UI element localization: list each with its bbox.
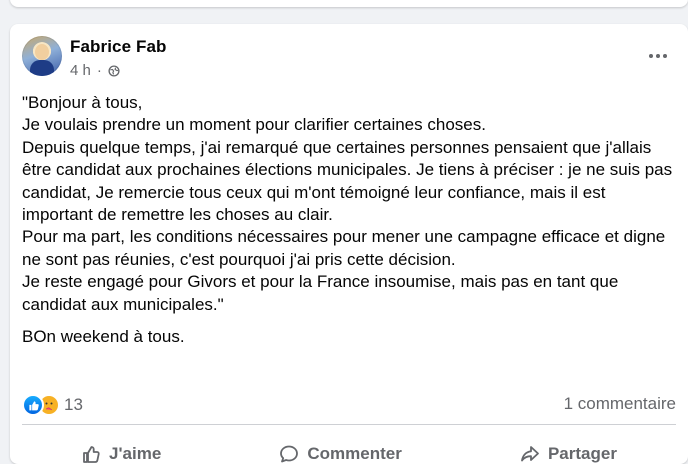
more-options-icon[interactable]	[648, 46, 668, 66]
more-dot	[656, 54, 660, 58]
post-message: "Bonjour à tous, Je voulais prendre un m…	[22, 92, 678, 348]
avatar-face	[35, 44, 49, 60]
post-line-closing: BOn weekend à tous.	[22, 327, 185, 347]
action-bar: J'aime Commenter Partager	[22, 428, 676, 464]
post-line-commitment: Je reste engagé pour Givors et pour la F…	[22, 272, 619, 314]
post-time[interactable]: 4 h	[70, 62, 91, 79]
globe-icon[interactable]	[108, 64, 120, 77]
more-dot	[663, 54, 667, 58]
like-button[interactable]: J'aime	[81, 444, 161, 464]
post-card: Fabrice Fab 4 h · "Bonjour à tous, Je vo…	[10, 24, 688, 464]
previous-post-card	[10, 0, 688, 7]
thumbs-up-icon	[83, 446, 100, 463]
share-icon	[521, 446, 539, 462]
avatar[interactable]	[22, 36, 62, 76]
more-dot	[649, 54, 653, 58]
comments-count[interactable]: 1 commentaire	[564, 394, 676, 414]
post-meta: 4 h ·	[70, 62, 120, 79]
divider	[22, 424, 676, 425]
share-label: Partager	[547, 444, 617, 463]
reaction-count: 13	[64, 395, 83, 414]
comment-label: Commenter	[307, 444, 402, 463]
comment-button[interactable]: Commenter	[279, 444, 402, 464]
like-label: J'aime	[109, 444, 162, 463]
post-line-intro: Je voulais prendre un moment pour clarif…	[22, 115, 486, 135]
share-button[interactable]: Partager	[520, 444, 617, 464]
avatar-figure	[30, 60, 54, 76]
comment-icon	[280, 445, 299, 463]
reactions-summary[interactable]: 13	[22, 394, 83, 416]
post-line-clarification: Depuis quelque temps, j'ai remarqué que …	[22, 137, 673, 225]
like-reaction-icon	[22, 394, 44, 416]
author-name[interactable]: Fabrice Fab	[70, 37, 167, 57]
meta-separator: ·	[96, 62, 102, 79]
post-line-reason: Pour ma part, les conditions nécessaires…	[22, 227, 666, 269]
post-line-greeting: "Bonjour à tous,	[22, 93, 143, 112]
